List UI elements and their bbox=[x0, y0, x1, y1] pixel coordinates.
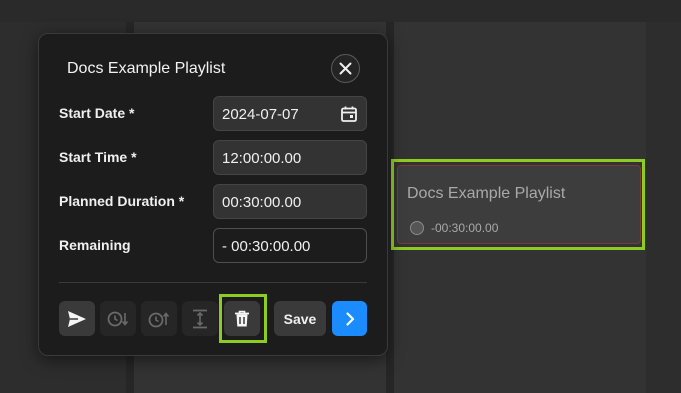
timeline-column bbox=[646, 22, 681, 393]
chevron-right-icon bbox=[345, 311, 354, 326]
calendar-icon[interactable] bbox=[340, 105, 358, 123]
start-time-field[interactable]: 12:00:00.00 bbox=[213, 140, 367, 175]
send-icon bbox=[68, 310, 86, 327]
start-time-label: Start Time * bbox=[59, 149, 137, 165]
close-icon bbox=[339, 62, 352, 75]
fit-height-icon bbox=[193, 309, 207, 328]
status-dot-icon bbox=[410, 221, 424, 235]
event-title: Docs Example Playlist bbox=[407, 185, 566, 202]
remaining-field: - 00:30:00.00 bbox=[213, 228, 367, 263]
next-button[interactable] bbox=[332, 301, 367, 336]
start-date-label: Start Date * bbox=[59, 105, 135, 121]
fit-height-button[interactable] bbox=[182, 301, 218, 336]
start-date-field[interactable]: 2024-07-07 bbox=[213, 96, 367, 131]
event-duration: -00:30:00.00 bbox=[431, 221, 499, 235]
timer-up-icon bbox=[148, 311, 170, 327]
top-strip bbox=[0, 0, 681, 22]
close-button[interactable] bbox=[331, 54, 360, 83]
align-end-button[interactable] bbox=[100, 301, 136, 336]
dialog-divider bbox=[59, 282, 367, 283]
delete-highlight-outline bbox=[219, 294, 267, 343]
save-button[interactable]: Save bbox=[274, 301, 326, 336]
planned-duration-label: Planned Duration * bbox=[59, 193, 185, 209]
timer-down-icon bbox=[107, 311, 129, 326]
planned-duration-field[interactable]: 00:30:00.00 bbox=[213, 184, 367, 219]
playlist-dialog: Docs Example Playlist Start Date * 2024-… bbox=[38, 33, 388, 356]
dialog-title: Docs Example Playlist bbox=[67, 60, 226, 77]
align-start-button[interactable] bbox=[141, 301, 177, 336]
send-button[interactable] bbox=[59, 301, 95, 336]
remaining-label: Remaining bbox=[59, 237, 131, 253]
playlist-event-card[interactable]: Docs Example Playlist -00:30:00.00 bbox=[397, 165, 641, 244]
start-date-value: 2024-07-07 bbox=[222, 106, 299, 123]
